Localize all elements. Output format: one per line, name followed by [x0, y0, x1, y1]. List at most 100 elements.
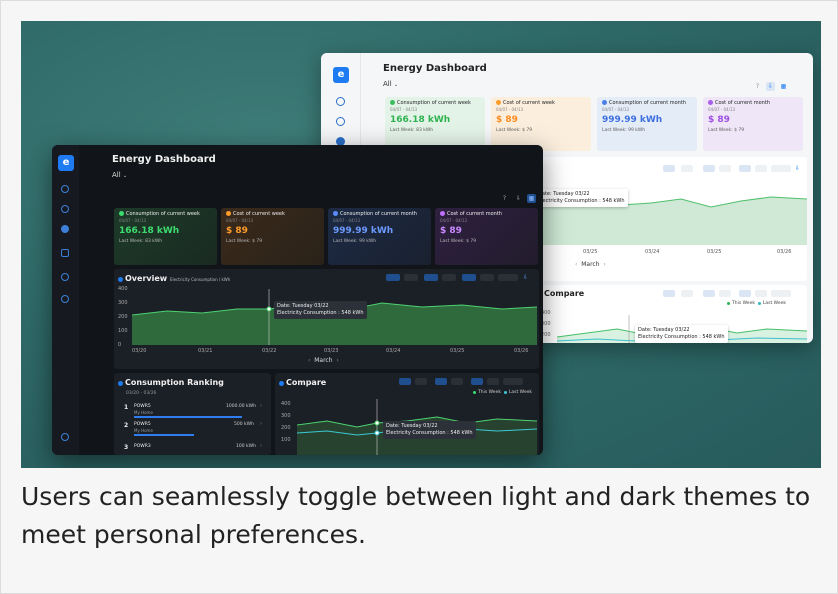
- chart-tooltip: Date: Tuesday 03/22 Electricity Consumpti…: [383, 421, 476, 439]
- home-icon[interactable]: [61, 185, 69, 193]
- chart-type-button[interactable]: [663, 165, 675, 172]
- y-tick: 200: [281, 425, 291, 431]
- period-dropdown[interactable]: [771, 165, 791, 172]
- chart-type-button[interactable]: [451, 378, 463, 385]
- period-button[interactable]: [755, 290, 767, 297]
- chart-type-button[interactable]: [399, 378, 411, 385]
- chart-type-button[interactable]: [719, 290, 731, 297]
- chevron-right-icon: ›: [260, 421, 262, 427]
- filter-select[interactable]: All ⌄: [112, 171, 127, 179]
- shield-icon[interactable]: [336, 117, 345, 126]
- chart-type-button[interactable]: [681, 165, 693, 172]
- download-icon[interactable]: ⇩: [793, 164, 802, 173]
- month-pager[interactable]: ‹ March ›: [308, 357, 339, 364]
- help-icon[interactable]: ?: [753, 82, 762, 91]
- status-dot: [333, 211, 338, 216]
- compare-title: Compare: [279, 378, 326, 387]
- chart-type-button[interactable]: [681, 290, 693, 297]
- feature-caption: Users can seamlessly toggle between ligh…: [21, 482, 811, 549]
- legend-dot: [757, 302, 761, 305]
- kpi-month-consumption[interactable]: Consumption of current month 04/07 - 04/…: [597, 97, 697, 151]
- y-tick: 400: [281, 401, 291, 407]
- kpi-week-cost[interactable]: Cost of current week 04/07 - 04/13 $ 89 …: [491, 97, 591, 151]
- compare-title: Compare: [537, 289, 584, 298]
- x-tick: 03/25: [707, 249, 722, 255]
- x-tick: 03/24: [386, 348, 401, 354]
- y-tick: 0: [118, 342, 122, 348]
- y-tick: 300: [118, 300, 128, 306]
- kpi-month-cost[interactable]: Cost of current month 04/07 - 04/13 $ 89…: [435, 208, 538, 265]
- overview-panel: Overview Electricity Consumption / kWh ⇩…: [114, 269, 539, 369]
- page-title: Energy Dashboard: [112, 154, 216, 165]
- status-dot: [279, 381, 284, 386]
- chart-type-button[interactable]: [404, 274, 418, 281]
- filter-select[interactable]: All ⌄: [383, 80, 398, 88]
- period-dropdown[interactable]: [498, 274, 518, 281]
- period-button[interactable]: [462, 274, 476, 281]
- chart-tooltip: Date: Tuesday 03/22 Electricity Consumpti…: [635, 325, 728, 343]
- light-overview-panel: ⇩ Date: Tuesday 03/22 Electricity Consump…: [531, 157, 807, 281]
- grid-icon[interactable]: ▦: [527, 194, 536, 203]
- legend-dot: [727, 302, 730, 305]
- chart-type-button[interactable]: [703, 290, 715, 297]
- feature-card: e Energy Dashboard All ⌄ ? ⇩ ▦ Consumpti…: [0, 0, 838, 594]
- chart-type-button[interactable]: [663, 290, 675, 297]
- chart-type-button[interactable]: [442, 274, 456, 281]
- period-button[interactable]: [471, 378, 483, 385]
- legend-dot: [473, 391, 476, 394]
- y-tick: 200: [118, 314, 128, 320]
- status-dot: [496, 100, 501, 105]
- hover-point: [374, 430, 380, 436]
- download-icon[interactable]: ⇩: [514, 194, 523, 203]
- chart-type-button[interactable]: [415, 378, 427, 385]
- x-tick: 03/22: [262, 348, 277, 354]
- app-logo[interactable]: e: [333, 67, 349, 83]
- chart-type-button[interactable]: [435, 378, 447, 385]
- period-button[interactable]: [755, 165, 767, 172]
- grid-icon[interactable]: ▦: [779, 82, 788, 91]
- chart-type-button[interactable]: [703, 165, 715, 172]
- chevron-down-icon: ⌄: [393, 82, 399, 88]
- download-icon[interactable]: ⇩: [521, 273, 530, 282]
- shield-icon[interactable]: [61, 205, 69, 213]
- kpi-week-consumption[interactable]: Consumption of current week 04/07 - 04/1…: [385, 97, 485, 151]
- status-dot: [390, 100, 395, 105]
- hover-point: [266, 306, 272, 312]
- x-tick: 03/23: [324, 348, 339, 354]
- chart-icon[interactable]: [61, 225, 69, 233]
- compare-legend: This Week Last Week: [727, 301, 786, 306]
- chart-type-button[interactable]: [719, 165, 731, 172]
- y-tick: 100: [281, 437, 291, 443]
- compare-panel: Compare This Week Last Week 400 300 200 …: [275, 373, 539, 455]
- x-tick: 03/25: [583, 249, 598, 255]
- support-icon[interactable]: [61, 433, 69, 441]
- app-logo[interactable]: e: [58, 155, 74, 171]
- period-button[interactable]: [739, 165, 751, 172]
- period-dropdown[interactable]: [771, 290, 791, 297]
- kpi-week-cost[interactable]: Cost of current week 04/07 - 04/13 $ 89 …: [221, 208, 324, 265]
- chart-type-button[interactable]: [424, 274, 438, 281]
- kpi-week-consumption[interactable]: Consumption of current week 04/07 - 04/1…: [114, 208, 217, 265]
- kpi-month-cost[interactable]: Cost of current month 04/07 - 04/13 $ 89…: [703, 97, 803, 151]
- kpi-month-consumption[interactable]: Consumption of current month 04/07 - 04/…: [328, 208, 431, 265]
- status-dot: [226, 211, 231, 216]
- download-icon[interactable]: ⇩: [766, 82, 775, 91]
- automation-icon[interactable]: [61, 273, 69, 281]
- help-icon[interactable]: ?: [500, 194, 509, 203]
- status-dot: [440, 211, 445, 216]
- settings-icon[interactable]: [61, 295, 69, 303]
- period-button[interactable]: [739, 290, 751, 297]
- x-tick: 03/21: [198, 348, 213, 354]
- x-tick: 03/20: [132, 348, 147, 354]
- device-icon[interactable]: [61, 249, 69, 257]
- period-dropdown[interactable]: [503, 378, 523, 385]
- period-button[interactable]: [480, 274, 494, 281]
- y-tick: 300: [281, 413, 291, 419]
- x-tick: 03/26: [777, 249, 792, 255]
- month-pager[interactable]: ‹ March ›: [575, 261, 606, 268]
- chart-type-button[interactable]: [386, 274, 400, 281]
- dark-sidebar: e: [52, 145, 79, 455]
- period-button[interactable]: [487, 378, 499, 385]
- home-icon[interactable]: [336, 97, 345, 106]
- x-tick: 03/24: [645, 249, 660, 255]
